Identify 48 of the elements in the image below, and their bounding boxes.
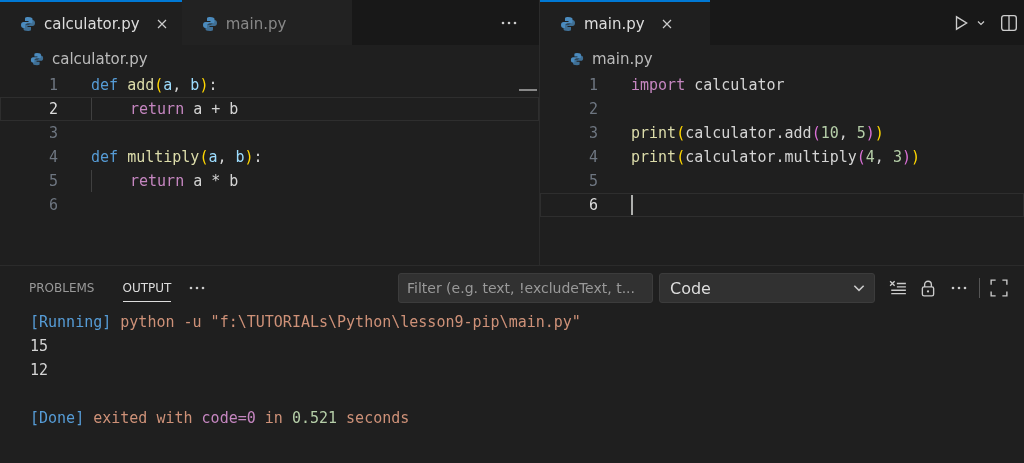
text-cursor [631,195,633,215]
panel-tab[interactable]: PROBLEMS [29,274,95,302]
close-icon[interactable] [660,17,673,30]
clear-output-icon[interactable] [889,279,907,297]
filter-field[interactable]: Filter (e.g. text, !excludeText, t... [398,273,653,303]
output-line: 15 [30,337,49,355]
code-line: def add(a, b): [91,76,218,94]
split-editor-icon[interactable] [1000,13,1018,32]
code-line: return a * b [130,172,239,190]
code-line: import calculator [631,76,785,94]
more-actions-icon[interactable] [951,286,967,290]
output-line: [Done] exited with code=0 in 0.521 seconds [30,409,410,427]
maximize-icon[interactable] [990,279,1008,297]
python-file-icon [201,15,218,32]
output-channel-dropdown[interactable]: Code [659,273,875,303]
line-number: 1 [587,76,599,94]
line-number: 6 [47,196,59,214]
line-number: 2 [587,100,599,118]
line-number: 2 [47,100,59,118]
editor-tab[interactable]: calculator.py [0,0,182,45]
code-line: def multiply(a, b): [91,148,263,166]
python-file-icon [30,52,44,66]
line-number: 4 [587,148,599,166]
scrollbar-marker [519,89,537,91]
editor-tab[interactable]: main.py [540,0,710,45]
output-line: 12 [30,361,49,379]
breadcrumb[interactable]: calculator.py [52,50,148,68]
line-number: 1 [47,76,59,94]
python-file-icon [20,15,36,32]
line-number: 3 [587,124,599,142]
code-line: return a + b [130,100,239,118]
line-number: 4 [47,148,59,166]
line-number: 6 [587,196,599,214]
line-number: 5 [47,172,59,190]
close-icon[interactable] [155,17,168,30]
python-file-icon [570,52,584,66]
output-line: [Running] python -u "f:\TUTORIALs\Python\lesson9-pip\main.py" [30,313,581,331]
line-number: 3 [47,124,59,142]
more-actions-icon[interactable] [501,20,517,25]
editor-tab[interactable]: main.py [181,0,352,45]
breadcrumb[interactable]: main.py [592,50,653,68]
code-line: print(calculator.multiply(4, 3)) [631,148,920,166]
panel-tab[interactable]: OUTPUT [122,274,172,302]
line-number: 5 [587,172,599,190]
code-line: print(calculator.add(10, 5)) [631,124,884,142]
lock-icon[interactable] [919,279,937,297]
more-actions-icon[interactable] [189,286,206,290]
python-file-icon [560,15,576,32]
